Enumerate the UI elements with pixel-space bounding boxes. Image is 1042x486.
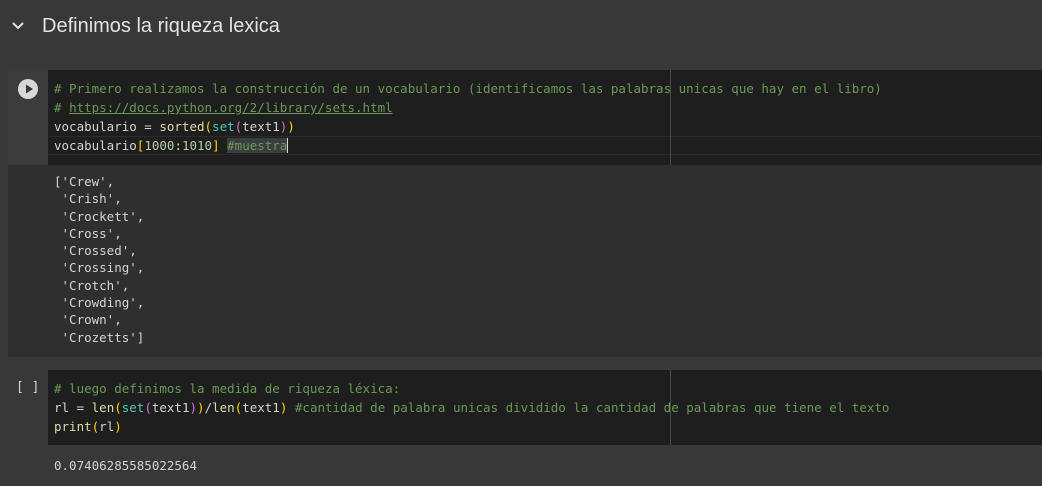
code-number: 1010 — [181, 138, 213, 153]
code-comment: # luego definimos la medida de riqueza l… — [54, 381, 401, 396]
code-identifier: text1 — [242, 400, 280, 415]
code-comment: #muestra — [227, 138, 288, 153]
code-text-segment: vocabulario = — [54, 119, 160, 134]
code-function: print — [54, 419, 92, 434]
code-function: len — [91, 400, 115, 415]
cell-output: ['Crew', 'Crish', 'Crockett', 'Cross', '… — [8, 165, 1042, 357]
code-colon: : — [174, 138, 182, 153]
code-paren: ) — [189, 400, 198, 415]
code-identifier: text1 — [242, 119, 280, 134]
code-paren: ) — [197, 400, 205, 415]
cell-output: 0.07406285585022564 — [8, 445, 1042, 486]
code-comment-hash: # — [54, 100, 70, 115]
code-editor[interactable]: # Primero realizamos la construcción de … — [48, 70, 1042, 165]
cell-gutter: [ ] — [8, 370, 48, 445]
code-comment: # Primero realizamos la construcción de … — [54, 81, 882, 96]
code-paren: ) — [287, 119, 295, 134]
execution-count[interactable]: [ ] — [16, 380, 39, 395]
section-title: Definimos la riqueza lexica — [42, 15, 280, 37]
docs-link[interactable]: https://docs.python.org/2/library/sets.h… — [69, 100, 393, 115]
code-builtin: set — [212, 119, 235, 134]
code-number: 1000 — [144, 138, 175, 153]
code-text[interactable]: # luego definimos la medida de riqueza l… — [54, 379, 889, 436]
code-text-segment: rl = — [54, 400, 92, 415]
code-bracket: ] — [212, 138, 220, 153]
chevron-down-icon[interactable] — [10, 18, 26, 34]
code-cell[interactable]: # Primero realizamos la construcción de … — [8, 70, 1042, 357]
code-identifier: rl — [99, 419, 115, 434]
run-cell-button[interactable] — [18, 79, 38, 99]
code-identifier: vocabulario — [54, 138, 137, 153]
code-identifier: text1 — [151, 400, 190, 415]
code-paren: ( — [204, 119, 213, 134]
cell-gutter — [8, 70, 48, 165]
code-paren: ( — [144, 400, 152, 415]
output-text: 0.07406285585022564 — [54, 458, 197, 473]
code-paren: ) — [114, 419, 122, 434]
code-builtin: set — [121, 400, 145, 415]
code-function: len — [212, 400, 235, 415]
play-icon — [26, 84, 33, 94]
code-editor[interactable]: # luego definimos la medida de riqueza l… — [48, 370, 1042, 445]
output-text: ['Crew', 'Crish', 'Crockett', 'Cross', '… — [54, 174, 145, 345]
code-cell[interactable]: [ ] # luego definimos la medida de rique… — [8, 370, 1042, 486]
code-function: sorted — [159, 119, 205, 134]
code-operator: / — [204, 400, 213, 415]
code-text[interactable]: # Primero realizamos la construcción de … — [54, 79, 882, 155]
code-comment: #cantidad de palabra unicas dividido la … — [294, 400, 890, 415]
code-paren: ( — [114, 400, 122, 415]
text-cursor — [287, 138, 289, 153]
section-header[interactable]: Definimos la riqueza lexica — [0, 0, 1042, 56]
